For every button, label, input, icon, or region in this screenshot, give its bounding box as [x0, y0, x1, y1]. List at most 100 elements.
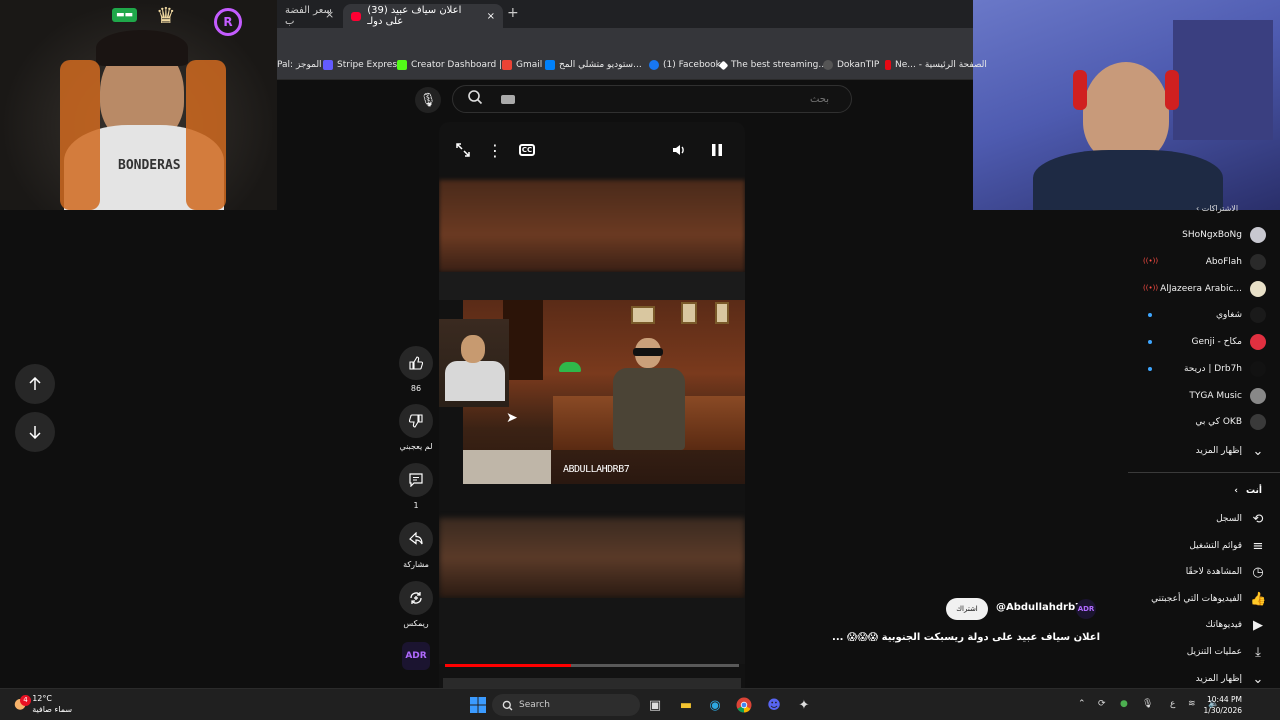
sidebar-subscription-item[interactable]: Genji - مكاح — [1191, 331, 1266, 353]
show-more-subscriptions[interactable]: إظهار المزيد ⌄ — [1196, 440, 1266, 462]
clock-time: 10:44 PM — [1207, 695, 1242, 704]
chrome-icon[interactable] — [734, 695, 754, 715]
tray-overflow-icon[interactable]: ⌃ — [1078, 699, 1086, 709]
share-button[interactable]: مشاركة — [398, 522, 434, 569]
new-content-dot — [1148, 313, 1152, 317]
new-tab-button[interactable]: + — [507, 5, 519, 21]
bookmark-netflix[interactable]: Ne... - الصفحة الرئيسية — [885, 60, 987, 70]
address-bar[interactable] — [277, 28, 973, 54]
app-icon[interactable]: ✦ — [794, 695, 814, 715]
subscription-name: AboFlah — [1205, 257, 1242, 267]
language-indicator[interactable]: ع — [1170, 699, 1175, 709]
wall-picture — [681, 302, 697, 324]
sidebar-subscription-item[interactable]: AlJazeera Arabic... — [1160, 278, 1266, 300]
search-box — [452, 85, 852, 113]
sidebar-item-label: فيديوهاتك — [1205, 620, 1242, 630]
sidebar-subscription-item[interactable]: شغاوي — [1216, 304, 1266, 326]
dislike-label: لم يعجبني — [399, 442, 433, 451]
file-explorer-icon[interactable]: ▬ — [676, 695, 696, 715]
next-short-button[interactable] — [15, 412, 55, 452]
left-webcam: BONDERAS ▬▬ ♛ R — [0, 0, 277, 210]
you-section-header[interactable]: ‹ أنت — [1234, 486, 1262, 496]
bookmark-dokantip[interactable]: DokanTIP — [823, 60, 879, 70]
tray-status-icon[interactable]: ● — [1120, 699, 1128, 709]
sidebar-item-watch-later[interactable]: المشاهدة لاحقًا ◷ — [1186, 561, 1266, 583]
tray-app-icon[interactable]: ⟳ — [1098, 699, 1106, 709]
sidebar-subscription-item[interactable]: دريحة | Drb7h — [1184, 358, 1266, 380]
close-icon[interactable]: × — [487, 11, 495, 22]
previous-short-button[interactable] — [15, 364, 55, 404]
sidebar-item-your-videos[interactable]: فيديوهاتك ▶ — [1206, 614, 1266, 636]
shirt-text: BONDERAS — [118, 158, 181, 173]
live-indicator-icon: ((•)) — [1143, 257, 1159, 265]
sidebar-item-history[interactable]: السجل ⟲ — [1216, 508, 1266, 530]
character-name-tag: ABDULLAHDRB7 — [563, 464, 630, 475]
subscription-name: SHoNgxBoNg — [1182, 230, 1242, 240]
clock[interactable]: 10:44 PM 1/30/2026 — [1198, 694, 1242, 716]
bookmark-gmail[interactable]: Gmail — [502, 60, 542, 70]
weather-widget[interactable]: ●4 12°C سماء صافية — [14, 693, 72, 715]
right-webcam — [973, 0, 1280, 210]
subscription-avatar — [1250, 334, 1266, 350]
history-icon: ⟲ — [1252, 511, 1264, 527]
sidebar-subscription-item[interactable]: AboFlah — [1206, 251, 1266, 273]
channel-handle[interactable]: @Abdullahdrb7 — [996, 602, 1082, 613]
channel-avatar[interactable]: ADR — [1076, 599, 1096, 619]
sidebar-item-label: السجل — [1216, 514, 1242, 524]
taskbar-search[interactable]: Search — [492, 694, 640, 716]
edge-icon[interactable]: ◉ — [705, 695, 725, 715]
comments-count: 1 — [413, 501, 419, 510]
netflix-icon — [885, 60, 891, 70]
progress-bar[interactable] — [445, 664, 739, 667]
tray-mic-icon[interactable]: 🎙 — [1142, 699, 1153, 709]
bookmark-facebook[interactable]: (1) Facebook — [649, 60, 721, 70]
bookmark-stripe[interactable]: Stripe Express — [323, 60, 402, 70]
progress-fill — [445, 664, 572, 667]
sidebar-item-chevron-down[interactable]: إظهار المزيد ⌄ — [1196, 668, 1266, 690]
search-icon[interactable] — [461, 89, 489, 109]
voice-search-button[interactable]: 🎙 — [415, 87, 441, 113]
sidebar-item-liked[interactable]: الفيديوهات التي أعجبتني 👍 — [1151, 588, 1266, 610]
dislike-button[interactable]: لم يعجبني — [398, 404, 434, 451]
your-videos-icon: ▶ — [1253, 617, 1263, 633]
volume-icon[interactable] — [667, 140, 691, 160]
sidebar-item-playlist[interactable]: قوائم التشغيل ≡ — [1189, 535, 1266, 557]
pause-icon[interactable] — [705, 140, 729, 160]
subscription-avatar — [1250, 414, 1266, 430]
youtube-icon — [351, 11, 362, 21]
remix-button[interactable]: ريمكس — [398, 581, 434, 628]
wifi-icon[interactable]: ≋ — [1188, 699, 1196, 709]
sidebar-subscription-item[interactable]: TYGA Music — [1189, 385, 1266, 407]
chair — [60, 60, 100, 210]
sidebar-item-downloads[interactable]: عمليات التنزيل ⤓ — [1187, 641, 1266, 663]
comments-button[interactable]: 1 — [398, 463, 434, 510]
more-icon[interactable]: ⋮ — [483, 140, 507, 160]
next-short-preview[interactable] — [443, 678, 741, 688]
gmail-icon — [502, 60, 512, 70]
subscribe-button[interactable]: اشتراك — [946, 598, 988, 620]
tab-current-video[interactable]: (39) اعلان سياف عبيد على دولـ × — [343, 4, 503, 28]
windows-start-icon[interactable] — [468, 695, 488, 715]
sidebar-subscription-item[interactable]: SHoNgxBoNg — [1182, 224, 1266, 246]
like-button[interactable]: 86 — [398, 346, 434, 393]
shorts-player[interactable]: ⋮ CC ABDULLAHDRB7 — [439, 122, 745, 688]
captions-icon[interactable]: CC — [515, 140, 539, 160]
guest-face — [1083, 62, 1169, 162]
video-frame-blur-bottom — [439, 518, 745, 598]
arrow-up-icon — [29, 377, 41, 390]
dokantip-icon — [823, 60, 833, 70]
bookmark-creator-dashboard[interactable]: Creator Dashboard |... — [397, 60, 511, 70]
fullscreen-icon[interactable] — [451, 140, 475, 160]
discord-icon[interactable]: ☻ — [764, 695, 784, 715]
sidebar-subscription-item[interactable]: كي بي OKB — [1195, 411, 1266, 433]
task-view-icon[interactable]: ▣ — [645, 695, 665, 715]
bookmark-streaming[interactable]: The best streaming... — [718, 60, 827, 70]
inset-shirt — [445, 361, 505, 401]
channel-avatar-button[interactable]: ADR — [398, 642, 434, 670]
bookmark-pal[interactable]: Pal: الموجز — [277, 60, 322, 70]
search-input[interactable] — [499, 90, 829, 108]
subscriptions-header[interactable]: ‹ الاشتراكات — [1196, 204, 1238, 213]
windows-taskbar: ●4 12°C سماء صافية Search ▣ ▬ ◉ ☻ ✦ ⌃ ⟳ ●… — [0, 688, 1280, 720]
close-icon[interactable]: × — [325, 8, 334, 21]
bookmark-studio[interactable]: ستوديو متشلي المح... — [545, 60, 642, 70]
